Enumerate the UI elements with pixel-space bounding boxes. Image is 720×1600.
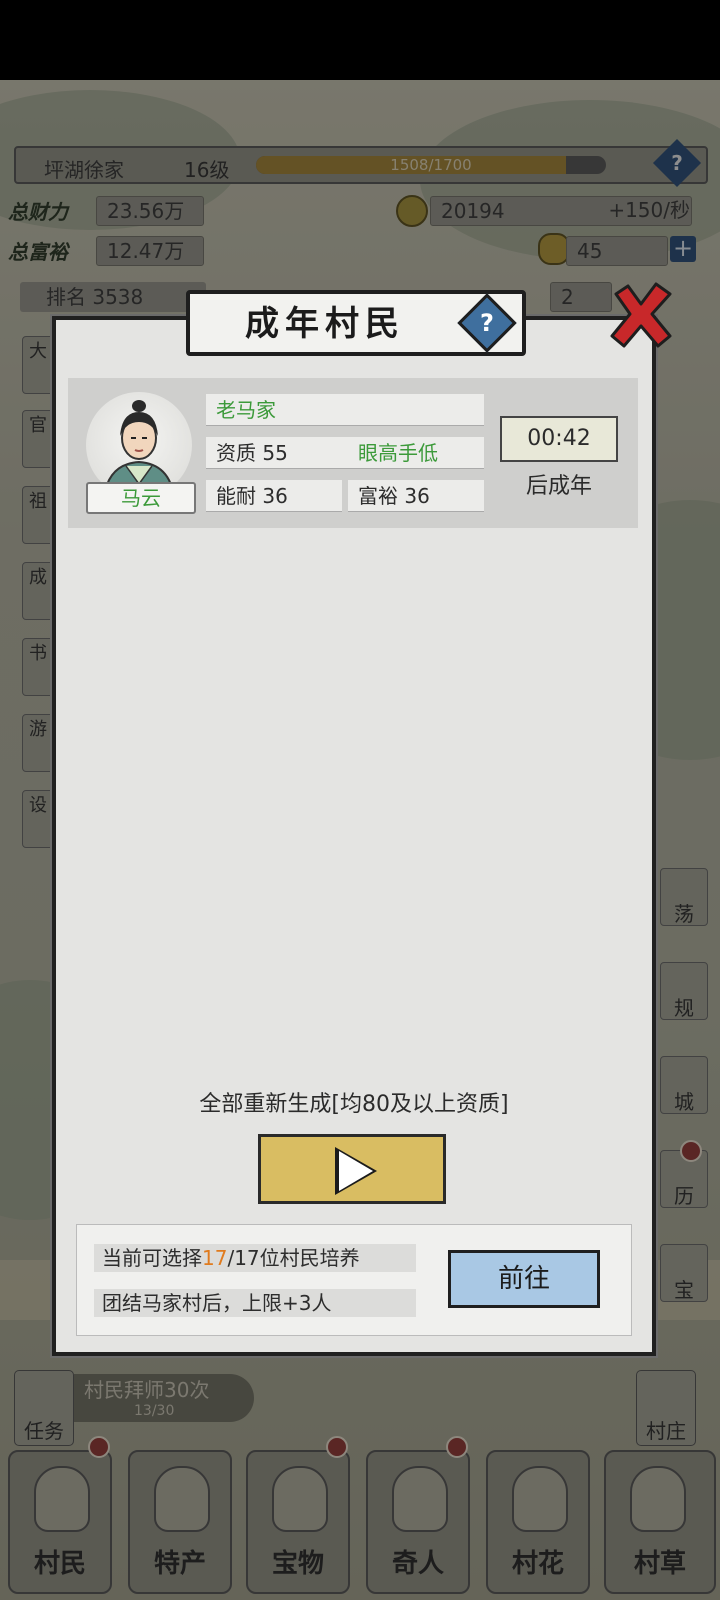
aptitude-row: 资质 55 眼高手低 bbox=[206, 437, 484, 469]
adult-timer: 00:42 bbox=[500, 416, 618, 462]
villager-aptitude: 资质 55 bbox=[216, 441, 288, 465]
villager-name: 马云 bbox=[86, 482, 196, 514]
goto-button[interactable]: 前往 bbox=[448, 1250, 600, 1308]
capacity-hint: 团结马家村后，上限+3人 bbox=[94, 1289, 416, 1317]
status-bar bbox=[0, 0, 720, 80]
capacity-line: 当前可选择17/17位村民培养 bbox=[94, 1244, 416, 1272]
villager-ability: 能耐 36 bbox=[206, 480, 342, 512]
dialog-title: 成年村民 bbox=[245, 304, 405, 344]
villager-wealth: 富裕 36 bbox=[348, 480, 484, 512]
adult-timer-label: 后成年 bbox=[525, 474, 592, 499]
capacity-count: 17 bbox=[202, 1246, 228, 1270]
play-icon bbox=[339, 1151, 373, 1191]
villager-family: 老马家 bbox=[206, 394, 484, 426]
regenerate-label: 全部重新生成[均80及以上资质] bbox=[199, 1092, 509, 1117]
close-icon[interactable] bbox=[606, 280, 676, 350]
watch-ad-regenerate-button[interactable] bbox=[258, 1134, 446, 1204]
villager-trait: 眼高手低 bbox=[358, 441, 438, 465]
